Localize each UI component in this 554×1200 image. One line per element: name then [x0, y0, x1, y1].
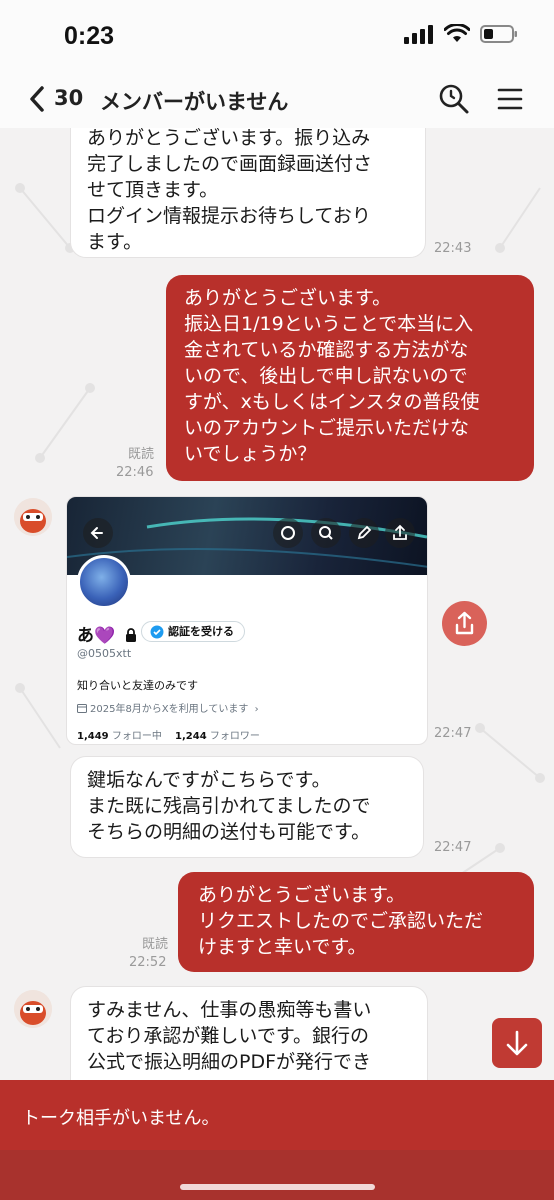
verify-label: 認証を受ける [168, 625, 234, 638]
followers-label: フォロワー [209, 731, 260, 742]
status-time: 0:23 [64, 22, 115, 50]
message-time: 22:47 [434, 726, 472, 741]
profile-avatar [77, 555, 131, 609]
profile-name-row: あ💜 [77, 621, 137, 646]
share-icon [393, 524, 407, 540]
back-unread-count[interactable]: 30 [54, 86, 83, 110]
search-icon[interactable] [438, 83, 470, 115]
battery-icon [480, 25, 517, 43]
banner-back-button[interactable] [83, 518, 113, 548]
share-icon [455, 611, 474, 635]
message-bubble-incoming[interactable]: ありがとうございます。振り込み 完了しましたので画面録画送付さ せて頂きます。 … [70, 128, 426, 258]
profile-screenshot-card[interactable]: あ💜 認証を受ける @0505xtt 知り合いと友達のみです 2025年8月から… [66, 496, 428, 745]
scroll-to-bottom-button[interactable] [492, 1018, 542, 1068]
chat-title: メンバーがいません [100, 90, 289, 114]
profile-handle: @0505xtt [77, 647, 132, 660]
sender-avatar[interactable] [14, 498, 52, 536]
banner-refresh-button[interactable] [273, 518, 303, 548]
profile-joined: 2025年8月からXを利用しています › [77, 700, 259, 715]
joined-text: 2025年8月からXを利用しています [90, 704, 249, 715]
calendar-icon [77, 704, 87, 713]
following-count: 1,449 [77, 731, 109, 742]
footer-bar: トーク相手がいません。 [0, 1080, 554, 1200]
chat-header: 30 メンバーがいません [0, 72, 554, 128]
profile-bio: 知り合いと友達のみです [77, 679, 198, 692]
following-label: フォロー中 [111, 731, 162, 742]
status-bar: 0:23 [0, 0, 554, 72]
status-icons [404, 24, 518, 44]
refresh-icon [281, 526, 295, 540]
profile-follow-stats: 1,449 フォロー中 1,244 フォロワー [77, 727, 260, 742]
banner-edit-button[interactable] [349, 518, 379, 548]
arrow-down-icon [506, 1030, 528, 1056]
home-area [0, 1150, 554, 1200]
chevron-right-icon: › [254, 704, 259, 715]
robot-avatar-icon [14, 498, 52, 536]
message-bubble-outgoing[interactable]: ありがとうございます。 リクエストしたのでご承認いただ けますと幸いです。 [178, 872, 534, 972]
message-time: 22:52 [129, 955, 167, 970]
read-receipt: 既読 [142, 937, 169, 952]
robot-avatar-icon [14, 990, 52, 1028]
message-bubble-outgoing[interactable]: ありがとうございます。 振込日1/19ということで本当に入 金されているか確認す… [166, 275, 534, 481]
wifi-icon [444, 24, 470, 42]
signal-icon [404, 25, 433, 44]
profile-name: あ💜 [77, 626, 116, 646]
pencil-icon [357, 525, 372, 540]
verify-button[interactable]: 認証を受ける [141, 621, 245, 642]
message-time: 22:43 [434, 241, 472, 256]
read-receipt: 既読 [128, 447, 155, 462]
message-bubble-incoming[interactable]: 鍵垢なんですがこちらです。 また既に残高引かれてましたので そちらの明細の送付も… [70, 756, 424, 858]
menu-icon[interactable] [496, 86, 524, 112]
lock-icon [126, 628, 137, 642]
message-bubble-incoming[interactable]: すみません、仕事の愚痴等も書い ており承認が難しいです。銀行の 公式で振込明細の… [70, 986, 428, 1080]
banner-share-button[interactable] [385, 518, 415, 548]
home-indicator[interactable] [180, 1184, 375, 1190]
search-icon [319, 526, 333, 540]
followers-count: 1,244 [175, 731, 207, 742]
banner-search-button[interactable] [311, 518, 341, 548]
chat-area[interactable]: ありがとうございます。振り込み 完了しましたので画面録画送付さ せて頂きます。 … [0, 128, 554, 1080]
message-time: 22:46 [116, 465, 154, 480]
verified-badge-icon [150, 625, 164, 639]
share-image-button[interactable] [442, 601, 487, 646]
sender-avatar[interactable] [14, 990, 52, 1028]
arrow-left-icon [90, 527, 103, 539]
back-chevron-icon[interactable] [26, 84, 48, 114]
message-time: 22:47 [434, 840, 472, 855]
footer-message: トーク相手がいません。 [22, 1108, 220, 1129]
